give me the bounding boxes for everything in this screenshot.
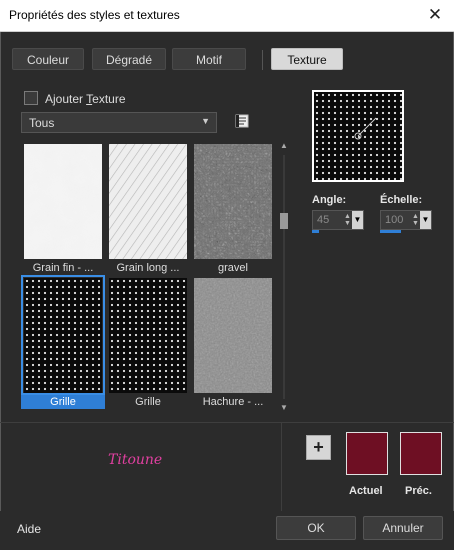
spinner-arrows-icon[interactable]: ▲ ▼ (411, 213, 420, 227)
window-title: Propriétés des styles et textures (9, 8, 180, 22)
scale-level-bar (380, 230, 401, 233)
texture-caption: gravel (218, 262, 248, 274)
spinner-arrows-icon[interactable]: ▲ ▼ (343, 213, 352, 227)
scale-spinner[interactable]: 100 ▲ ▼ ▼ (380, 210, 432, 230)
add-texture-prefix: Ajouter (45, 92, 87, 106)
close-icon[interactable]: ✕ (422, 2, 448, 28)
tab-degrade[interactable]: Dégradé (92, 48, 166, 70)
texture-caption: Grille (135, 396, 161, 408)
texture-item-grille-selected[interactable]: Grille (21, 275, 105, 409)
category-dropdown[interactable]: Tous ▼ (21, 112, 217, 133)
tab-motif[interactable]: Motif (172, 48, 246, 70)
signature-watermark: Titoune (108, 452, 163, 468)
texture-item-gravel[interactable]: gravel (191, 141, 272, 274)
angle-spinner[interactable]: 45 ▲ ▼ ▼ (312, 210, 364, 230)
selection-frame (21, 275, 105, 395)
texture-thumb-grain-long (109, 144, 187, 259)
current-color-label: Actuel (349, 485, 383, 497)
previous-color-swatch[interactable] (400, 432, 442, 475)
texture-gallery: Grain fin - ... Grain long ... gravel Gr… (21, 141, 275, 414)
book-icon[interactable] (234, 113, 250, 129)
chevron-down-icon: ▼ (201, 116, 210, 126)
texture-thumb-grain-fine (24, 144, 102, 259)
angle-label: Angle: (312, 194, 347, 206)
scale-label: Échelle: (380, 194, 423, 206)
divider (281, 423, 282, 511)
scroll-thumb[interactable] (280, 213, 288, 229)
texture-thumb-hatch (194, 278, 272, 393)
texture-caption: Grain long ... (116, 262, 180, 274)
scale-value: 100 (385, 214, 404, 226)
texture-thumb-gravel (194, 144, 272, 259)
tab-divider (262, 50, 263, 70)
angle-level-bar (312, 230, 319, 233)
cancel-button[interactable]: Annuler (363, 516, 443, 540)
texture-item-hatch[interactable]: Hachure - ... (191, 275, 272, 408)
texture-caption: Grille (21, 395, 105, 409)
texture-caption: Grain fin - ... (32, 262, 94, 274)
scroll-down-icon[interactable]: ▼ (278, 403, 290, 413)
texture-preview[interactable] (312, 90, 404, 182)
texture-item-grain-fine[interactable]: Grain fin - ... (21, 141, 102, 274)
add-swatch-button[interactable]: + (306, 435, 331, 460)
texture-item-grille[interactable]: Grille (106, 275, 187, 408)
chevron-down-icon[interactable]: ▼ (420, 211, 431, 229)
gallery-scrollbar[interactable]: ▲ ▼ (278, 141, 290, 413)
category-dropdown-value: Tous (29, 116, 55, 130)
tab-couleur[interactable]: Couleur (12, 48, 84, 70)
chevron-down-icon[interactable]: ▼ (352, 211, 363, 229)
tab-texture[interactable]: Texture (271, 48, 343, 70)
texture-thumb-dots (109, 278, 187, 393)
add-texture-label[interactable]: Ajouter Texture (45, 92, 126, 106)
texture-preview-image (314, 92, 402, 180)
add-texture-rest: exture (92, 92, 126, 106)
angle-value: 45 (317, 214, 330, 226)
scroll-track[interactable] (283, 155, 285, 399)
scroll-up-icon[interactable]: ▲ (278, 141, 290, 151)
previous-color-label: Préc. (405, 485, 432, 497)
texture-caption: Hachure - ... (202, 396, 264, 408)
help-link[interactable]: Aide (17, 522, 41, 536)
divider (0, 422, 454, 423)
current-color-swatch[interactable] (346, 432, 388, 475)
title-bar: Propriétés des styles et textures ✕ (0, 0, 454, 32)
ok-button[interactable]: OK (276, 516, 356, 540)
add-texture-checkbox[interactable] (24, 91, 38, 105)
texture-item-grain-long[interactable]: Grain long ... (106, 141, 187, 274)
